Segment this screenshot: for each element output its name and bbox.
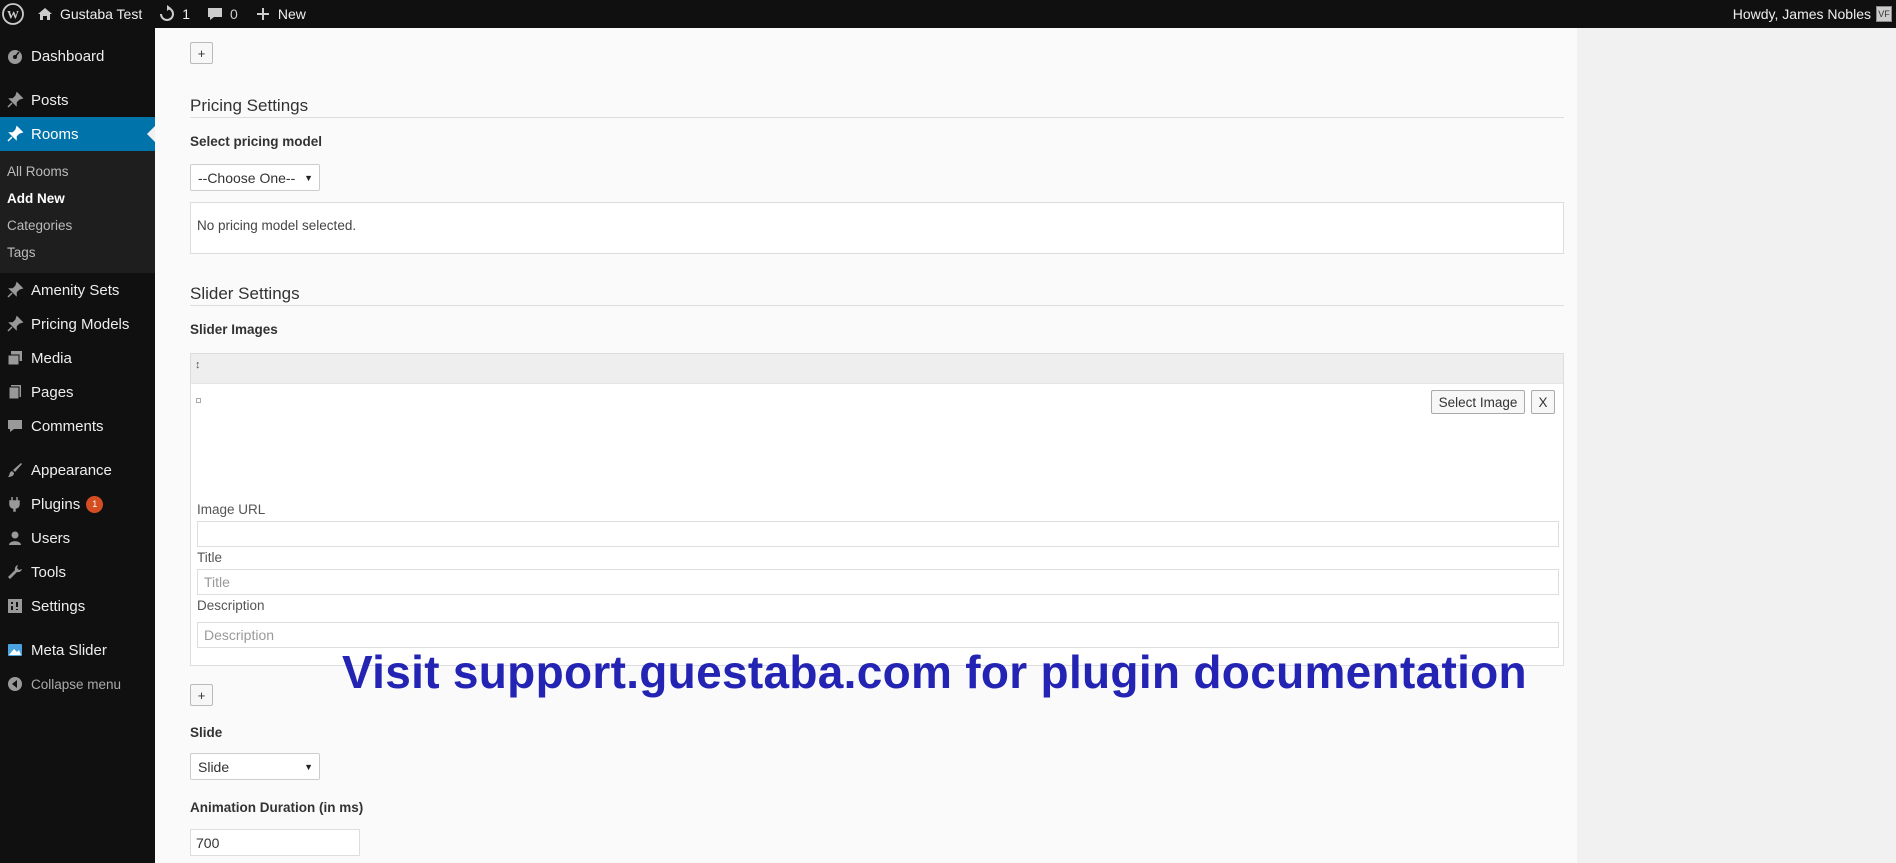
- description-label: Description: [197, 598, 265, 613]
- menu-plugins[interactable]: Plugins 1: [0, 487, 155, 521]
- wrench-icon: [5, 562, 25, 582]
- animation-duration-input[interactable]: 700: [190, 829, 360, 856]
- slide-select[interactable]: Slide ▼: [190, 753, 320, 780]
- submenu-tags[interactable]: Tags: [0, 239, 155, 266]
- comments-icon: [5, 416, 25, 436]
- dropdown-arrow-icon: ▼: [304, 172, 313, 183]
- image-url-label: Image URL: [197, 502, 266, 517]
- add-field-button[interactable]: +: [190, 42, 213, 64]
- slider-settings-title: Slider Settings: [190, 284, 300, 303]
- drag-handle-bar[interactable]: ↕: [191, 354, 1563, 384]
- image-icon: [5, 640, 25, 660]
- comment-bubble-icon: [206, 5, 224, 23]
- section-divider: [190, 117, 1564, 118]
- section-divider: [190, 305, 1564, 306]
- collapse-menu-button[interactable]: Collapse menu: [0, 667, 155, 701]
- plugins-update-badge: 1: [86, 495, 104, 513]
- menu-posts[interactable]: Posts: [0, 83, 155, 117]
- plus-icon: [254, 5, 272, 23]
- remove-image-button[interactable]: X: [1531, 390, 1555, 414]
- menu-comments[interactable]: Comments: [0, 409, 155, 443]
- menu-meta-slider[interactable]: Meta Slider: [0, 633, 155, 667]
- image-thumbnail: [196, 398, 201, 403]
- slider-images-label: Slider Images: [190, 322, 278, 337]
- brush-icon: [5, 460, 25, 480]
- dropdown-arrow-icon: ▼: [304, 761, 313, 772]
- image-url-input[interactable]: [197, 521, 1559, 547]
- add-slide-button[interactable]: +: [190, 684, 213, 706]
- new-content-link[interactable]: New: [246, 0, 314, 28]
- menu-rooms[interactable]: Rooms: [0, 117, 155, 151]
- pricing-model-label: Select pricing model: [190, 134, 323, 149]
- title-input[interactable]: Title: [197, 569, 1559, 595]
- dashboard-icon: [5, 46, 25, 66]
- pin-icon: [5, 124, 25, 144]
- slider-image-item: ↕ Select Image X Image URL Title Title D…: [190, 353, 1564, 666]
- submenu-add-new[interactable]: Add New: [0, 185, 155, 212]
- pricing-model-select[interactable]: --Choose One-- ▼: [190, 164, 320, 191]
- pricing-info-box: No pricing model selected.: [190, 202, 1564, 254]
- pricing-settings-title: Pricing Settings: [190, 96, 309, 115]
- svg-text:W: W: [7, 8, 19, 22]
- menu-tools[interactable]: Tools: [0, 555, 155, 589]
- new-label: New: [277, 6, 306, 22]
- users-icon: [5, 528, 25, 548]
- pages-icon: [5, 382, 25, 402]
- plugin-icon: [5, 494, 25, 514]
- menu-pricing-models[interactable]: Pricing Models: [0, 307, 155, 341]
- pin-icon: [5, 280, 25, 300]
- refresh-icon: [158, 5, 176, 23]
- updates-link[interactable]: 1: [150, 0, 198, 28]
- menu-users[interactable]: Users: [0, 521, 155, 555]
- menu-amenity-sets[interactable]: Amenity Sets: [0, 273, 155, 307]
- slide-label: Slide: [190, 725, 223, 740]
- menu-media[interactable]: Media: [0, 341, 155, 375]
- right-margin: [1577, 28, 1896, 863]
- menu-settings[interactable]: Settings: [0, 589, 155, 623]
- wordpress-logo-icon[interactable]: W: [0, 0, 28, 28]
- collapse-arrow-icon: [5, 674, 25, 694]
- howdy-text: Howdy, James Nobles: [1732, 6, 1871, 22]
- pin-icon: [5, 90, 25, 110]
- my-account-link[interactable]: Howdy, James Nobles VF: [1725, 0, 1896, 28]
- home-icon: [36, 5, 54, 23]
- documentation-watermark: Visit support.guestaba.com for plugin do…: [342, 646, 1527, 698]
- select-image-button[interactable]: Select Image: [1431, 390, 1525, 414]
- menu-dashboard[interactable]: Dashboard: [0, 39, 155, 73]
- pricing-info-text: No pricing model selected.: [197, 218, 357, 233]
- pin-icon: [5, 314, 25, 334]
- comments-count: 0: [230, 6, 238, 22]
- settings-icon: [5, 596, 25, 616]
- menu-pages[interactable]: Pages: [0, 375, 155, 409]
- submenu-all-rooms[interactable]: All Rooms: [0, 158, 155, 185]
- animation-duration-label: Animation Duration (in ms): [190, 800, 364, 815]
- drag-handle-icon[interactable]: ↕: [195, 359, 201, 371]
- media-icon: [5, 348, 25, 368]
- avatar: VF: [1876, 6, 1892, 22]
- site-name-link[interactable]: Gustaba Test: [28, 0, 150, 28]
- admin-bar: W Gustaba Test 1 0 New Howdy, James Nobl…: [0, 0, 1896, 28]
- main-content: + Pricing Settings Select pricing model …: [155, 28, 1577, 863]
- title-label: Title: [197, 550, 223, 565]
- admin-sidebar: Dashboard Posts Rooms All Rooms Add New …: [0, 28, 155, 863]
- submenu-categories[interactable]: Categories: [0, 212, 155, 239]
- menu-appearance[interactable]: Appearance: [0, 453, 155, 487]
- comments-link[interactable]: 0: [198, 0, 246, 28]
- rooms-submenu: All Rooms Add New Categories Tags: [0, 151, 155, 273]
- updates-count: 1: [182, 6, 191, 22]
- site-name: Gustaba Test: [60, 6, 143, 22]
